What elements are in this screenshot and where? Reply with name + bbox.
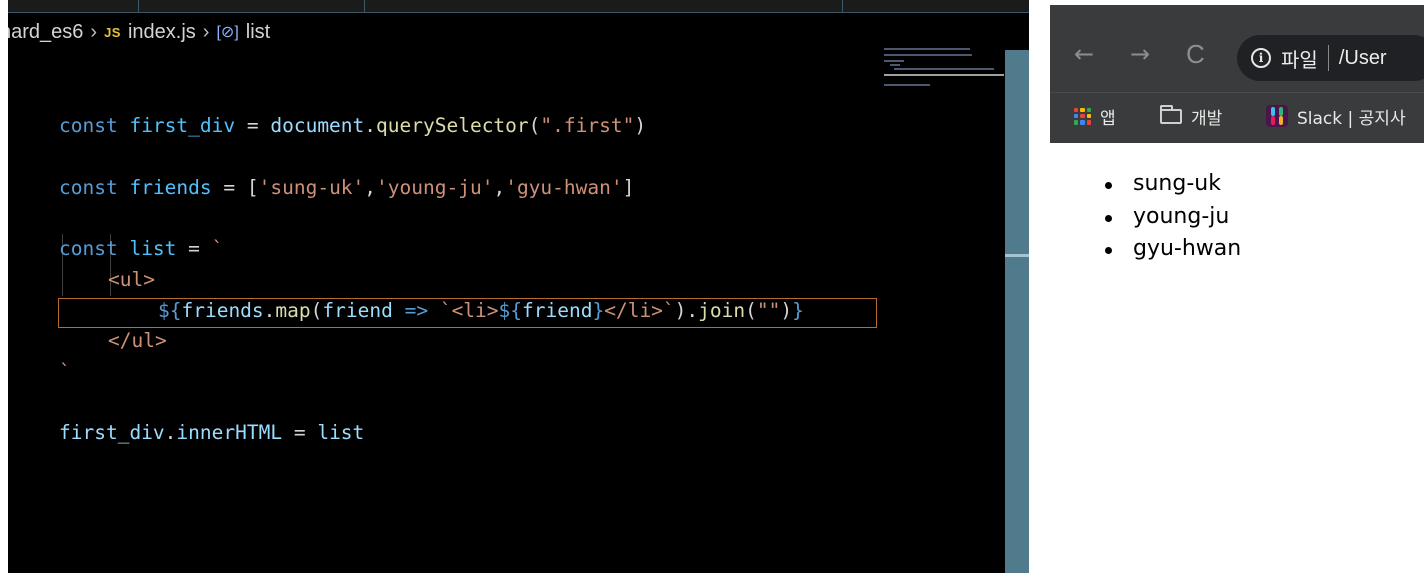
list-item: gyu-hwan <box>1077 233 1241 266</box>
variable-symbol-icon: [⊘] <box>216 24 239 41</box>
minimap-line <box>890 64 900 66</box>
bookmark-label: 앱 <box>1100 108 1116 129</box>
code-line[interactable]: 0 <box>0 326 70 382</box>
browser-toolbar: ← → C i 파일 /User <box>1050 5 1424 92</box>
bookmark-label: 개발 <box>1191 108 1223 129</box>
list-item: young-ju <box>1077 201 1241 234</box>
code-line[interactable]: 3 const friends = ['sung-uk','young-ju',… <box>0 111 634 199</box>
list-item: sung-uk <box>1077 168 1241 201</box>
paren-token: ( <box>528 114 541 138</box>
code-line[interactable]: 8 </ul> <box>0 265 167 353</box>
window-gap <box>0 573 1036 588</box>
apps-grid-icon <box>1074 107 1091 125</box>
comma-token: , <box>364 175 377 199</box>
address-bar[interactable]: i 파일 /User <box>1237 35 1424 81</box>
code-line[interactable]: 2 <box>0 81 70 136</box>
string-token: <ul> <box>108 267 155 291</box>
paren-token: ) <box>634 114 647 138</box>
minimap-line <box>884 48 970 50</box>
string-token: </ul> <box>108 329 167 353</box>
breadcrumb: nard_es6 › JS index.js › [⊘] list <box>0 19 270 45</box>
identifier-token: list <box>129 237 177 261</box>
minimap-line <box>884 84 930 86</box>
address-scheme-label: 파일 <box>1281 49 1318 72</box>
code-line[interactable]: 5 const list = ` <box>0 173 223 261</box>
tab-separator <box>842 0 843 12</box>
template-literal-token: ` <box>211 237 224 261</box>
tab-separator <box>138 0 139 12</box>
minimap-line <box>884 60 904 62</box>
address-divider <box>1327 45 1329 71</box>
back-arrow-icon[interactable]: ← <box>1074 39 1094 69</box>
comma-token: , <box>493 175 506 199</box>
bracket-token: ] <box>622 175 635 199</box>
dot-token: . <box>164 421 177 445</box>
address-path: /User <box>1338 46 1387 69</box>
friends-list: sung-uk young-ju gyu-hwan <box>1077 168 1241 266</box>
code-line[interactable]: 1 const first_div = document.querySelect… <box>0 50 646 138</box>
browser-window: ← → C i 파일 /User 앱 개발 Slack | 공지사 <box>1050 0 1424 588</box>
current-line-highlight <box>58 298 877 328</box>
string-token: 'sung-uk' <box>258 175 365 199</box>
minimap[interactable] <box>880 46 1005 96</box>
window-gap <box>0 0 8 588</box>
identifier-token: document <box>270 114 365 138</box>
identifier-token: first_div <box>59 421 165 445</box>
forward-arrow-icon[interactable]: → <box>1130 39 1150 69</box>
editor-tab-strip <box>0 0 1029 13</box>
code-line[interactable]: 7 ${friends.map(friend => `<li>${friend}… <box>0 234 804 322</box>
string-token: 'young-ju' <box>376 175 494 199</box>
code-line[interactable]: 1 first_div.innerHTML = list <box>0 357 364 445</box>
chevron-right-icon: › <box>90 20 98 43</box>
info-icon[interactable]: i <box>1251 48 1271 68</box>
minimap-line <box>894 68 994 70</box>
tab-separator <box>364 0 365 12</box>
breadcrumb-symbol[interactable]: list <box>246 21 270 44</box>
minimap-line <box>884 74 1004 76</box>
editor-scrollbar[interactable] <box>1005 50 1029 573</box>
identifier-token: list <box>317 421 365 445</box>
property-token: innerHTML <box>176 421 283 445</box>
slack-icon <box>1266 105 1288 127</box>
operator-token: = <box>282 421 318 445</box>
code-line[interactable]: 4 <box>0 142 70 198</box>
breadcrumb-folder[interactable]: nard_es6 <box>0 21 83 44</box>
bookmark-label: Slack | 공지사 <box>1297 108 1406 129</box>
string-token: ".first" <box>540 114 635 138</box>
code-editor[interactable]: nard_es6 › JS index.js › [⊘] list 1 cons… <box>0 0 1036 588</box>
breadcrumb-file[interactable]: index.js <box>128 21 196 44</box>
bookmark-folder-dev[interactable]: 개발 <box>1160 103 1222 129</box>
identifier-token: first_div <box>129 114 236 138</box>
operator-token: = <box>176 237 212 261</box>
window-gap <box>1029 0 1036 588</box>
scrollbar-cursor-marker <box>1005 254 1029 257</box>
function-token: querySelector <box>376 114 529 138</box>
bookmarks-bar: 앱 개발 Slack | 공지사 <box>1050 92 1424 143</box>
dot-token: . <box>364 114 377 138</box>
bookmark-slack[interactable]: Slack | 공지사 <box>1266 103 1406 129</box>
bracket-token: [ <box>246 175 259 199</box>
folder-icon <box>1160 104 1182 124</box>
reload-icon[interactable]: C <box>1186 39 1205 69</box>
bookmark-apps[interactable]: 앱 <box>1074 103 1116 129</box>
identifier-token: friends <box>129 175 212 199</box>
string-token: 'gyu-hwan' <box>505 175 623 199</box>
code-line[interactable]: 6 <ul> <box>0 204 155 291</box>
js-file-icon: JS <box>104 24 121 40</box>
minimap-line <box>884 54 972 56</box>
chevron-right-icon: › <box>202 20 210 43</box>
operator-token: = <box>235 114 271 138</box>
operator-token: = <box>211 175 247 199</box>
